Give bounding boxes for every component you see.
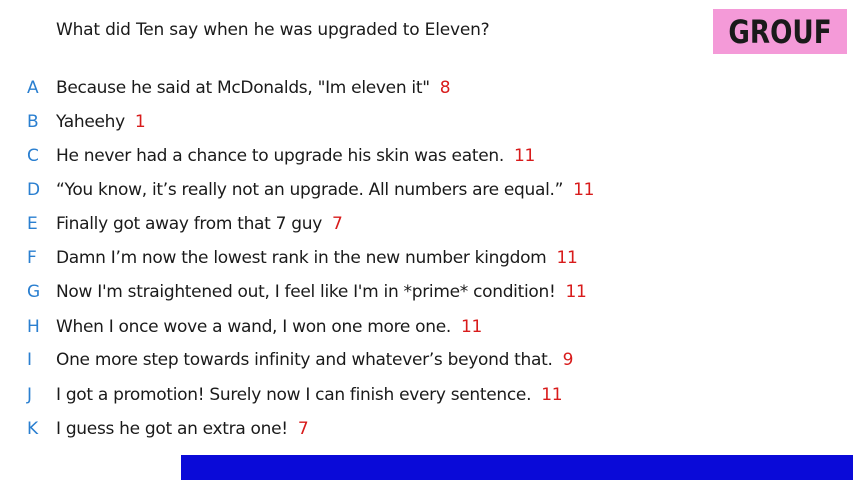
answer-text: Yaheehy xyxy=(56,112,125,132)
answer-letter: E xyxy=(27,214,38,234)
answer-letter: G xyxy=(27,282,40,302)
answer-letter: D xyxy=(27,180,40,200)
answer-text-wrap: One more step towards infinity and whate… xyxy=(56,350,573,370)
player-name-badge: GROUF xyxy=(713,9,847,54)
answer-score: 9 xyxy=(562,350,574,370)
answer-text: He never had a chance to upgrade his ski… xyxy=(56,146,504,166)
answer-letter: A xyxy=(27,78,39,98)
answer-text-wrap: I guess he got an extra one! 7 xyxy=(56,419,309,439)
answer-letter: F xyxy=(27,248,37,268)
answer-text: One more step towards infinity and whate… xyxy=(56,350,553,370)
answer-text-wrap: Finally got away from that 7 guy 7 xyxy=(56,214,343,234)
answer-text-wrap: I got a promotion! Surely now I can fini… xyxy=(56,385,563,405)
answer-letter: I xyxy=(27,350,32,370)
answer-text: I guess he got an extra one! xyxy=(56,419,288,439)
results-screen: { "question": "What did Ten say when he … xyxy=(0,0,853,480)
answer-text-wrap: “You know, it’s really not an upgrade. A… xyxy=(56,180,594,200)
answer-text: Because he said at McDonalds, "Im eleven… xyxy=(56,78,430,98)
answer-score: 11 xyxy=(556,248,578,268)
answer-text-wrap: Because he said at McDonalds, "Im eleven… xyxy=(56,78,451,98)
answer-text-wrap: He never had a chance to upgrade his ski… xyxy=(56,146,535,166)
answer-score: 11 xyxy=(565,282,587,302)
answer-text: When I once wove a wand, I won one more … xyxy=(56,317,451,337)
answer-text-wrap: Now I'm straightened out, I feel like I'… xyxy=(56,282,587,302)
bottom-bar xyxy=(181,455,853,480)
answer-text-wrap: Damn I’m now the lowest rank in the new … xyxy=(56,248,578,268)
answer-text: Damn I’m now the lowest rank in the new … xyxy=(56,248,547,268)
answer-text-wrap: Yaheehy 1 xyxy=(56,112,146,132)
answer-score: 11 xyxy=(541,385,563,405)
answer-text: I got a promotion! Surely now I can fini… xyxy=(56,385,532,405)
answer-text: Finally got away from that 7 guy xyxy=(56,214,322,234)
answer-score: 11 xyxy=(513,146,535,166)
answer-letter: B xyxy=(27,112,39,132)
answer-score: 11 xyxy=(460,317,483,337)
answer-text: “You know, it’s really not an upgrade. A… xyxy=(56,180,564,200)
answer-letter: H xyxy=(27,317,40,337)
answer-letter: J xyxy=(27,385,32,405)
answer-text-wrap: When I once wove a wand, I won one more … xyxy=(56,317,482,337)
answer-letter: K xyxy=(27,419,38,439)
answer-letter: C xyxy=(27,146,39,166)
answer-score: 7 xyxy=(297,419,309,439)
question-title: What did Ten say when he was upgraded to… xyxy=(56,20,490,40)
answer-score: 8 xyxy=(439,78,451,98)
answer-text: Now I'm straightened out, I feel like I'… xyxy=(56,282,556,302)
answer-score: 7 xyxy=(331,214,343,234)
answer-score: 1 xyxy=(134,112,146,132)
answer-score: 11 xyxy=(573,180,595,200)
player-name: GROUF xyxy=(728,12,832,51)
